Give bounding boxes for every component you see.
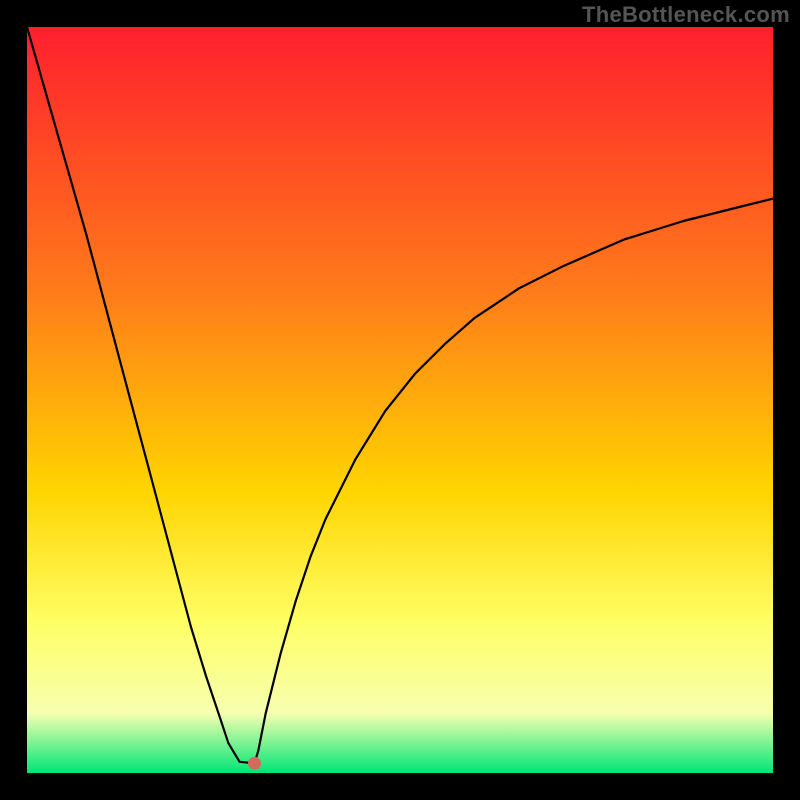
- watermark-text: TheBottleneck.com: [582, 2, 790, 28]
- minimum-marker: [248, 757, 261, 770]
- chart-frame: TheBottleneck.com: [0, 0, 800, 800]
- chart-svg: [27, 27, 773, 773]
- plot-area: [27, 27, 773, 773]
- gradient-background: [27, 27, 773, 773]
